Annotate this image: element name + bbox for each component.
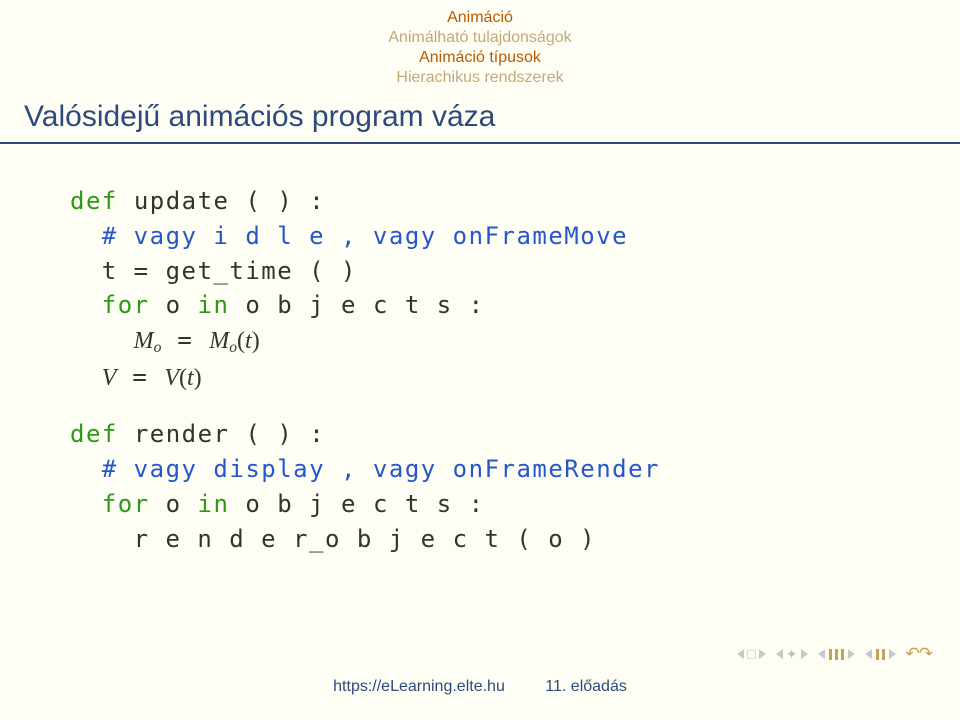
breadcrumb: Animáció Animálható tulajdonságok Animác… (0, 8, 960, 88)
code-line: # vagy display , vagy onFrameRender (70, 452, 890, 487)
breadcrumb-line-3: Animáció típusok (0, 48, 960, 68)
breadcrumb-line-2: Animálható tulajdonságok (0, 28, 960, 48)
math-sub-o: o (229, 339, 237, 356)
code-text: o b j e c t s : (229, 291, 484, 319)
math-t: t (187, 365, 194, 391)
code-line: V = V(t) (70, 360, 890, 396)
math-M: M (134, 328, 154, 354)
code-line: for o in o b j e c t s : (70, 288, 890, 323)
code-text: r e n d e r (134, 525, 309, 553)
nav-next-frame[interactable] (865, 649, 896, 660)
code-line: t = get_time ( ) (70, 254, 890, 289)
code-line: Mo = Mo(t) (70, 323, 890, 360)
slide-header: Animáció Animálható tulajdonságok Animác… (0, 0, 960, 144)
math-V: V (102, 365, 117, 391)
nav-loop-icon[interactable]: ↶↷ (906, 644, 933, 664)
keyword-def: def (70, 187, 118, 215)
breadcrumb-line-4: Hierachikus rendszerek (0, 68, 960, 88)
code-text: t = (102, 257, 166, 285)
code-text: get (166, 257, 214, 285)
code-text: o (150, 490, 198, 518)
slide: Animáció Animálható tulajdonságok Animác… (0, 0, 960, 720)
nav-prev-frame[interactable] (818, 649, 855, 660)
func-name-update: update ( ) : (134, 187, 325, 215)
comment: # vagy display , vagy onFrameRender (102, 455, 660, 483)
slide-footer: https://eLearning.elte.hu 11. előadás (0, 678, 960, 696)
math-t: t (245, 328, 252, 354)
keyword-in: in (198, 490, 230, 518)
nav-controls: □ ✦ ↶↷ (737, 644, 932, 664)
footer-page: 11. előadás (545, 678, 627, 695)
page-title: Valósidejű animációs program váza (0, 94, 960, 144)
nav-prev-slide[interactable]: ✦ (776, 646, 808, 663)
code-text: o b j e c t s : (229, 490, 484, 518)
code-block: def update ( ) : # vagy i d l e , vagy o… (0, 144, 960, 557)
code-text: o (150, 291, 198, 319)
code-line: def update ( ) : (70, 184, 890, 219)
math-sub-o: o (154, 339, 162, 356)
code-line: for o in o b j e c t s : (70, 487, 890, 522)
math-M: M (209, 328, 229, 354)
code-text: time ( ) (229, 257, 357, 285)
code-line: def render ( ) : (70, 417, 890, 452)
code-text: o b j e c t ( o ) (325, 525, 596, 553)
code-text: = (177, 326, 209, 354)
func-name-render: render ( ) : (134, 420, 325, 448)
math-V: V (164, 365, 179, 391)
keyword-for: for (102, 490, 150, 518)
comment: # vagy i d l e , vagy onFrameMove (102, 222, 628, 250)
keyword-def: def (70, 420, 118, 448)
code-text: = (132, 363, 164, 391)
nav-prev-section[interactable]: □ (737, 646, 765, 662)
code-line: r e n d e r_o b j e c t ( o ) (70, 522, 890, 557)
footer-url: https://eLearning.elte.hu (333, 678, 505, 695)
keyword-for: for (102, 291, 150, 319)
breadcrumb-line-1: Animáció (0, 8, 960, 28)
code-line: # vagy i d l e , vagy onFrameMove (70, 219, 890, 254)
keyword-in: in (198, 291, 230, 319)
